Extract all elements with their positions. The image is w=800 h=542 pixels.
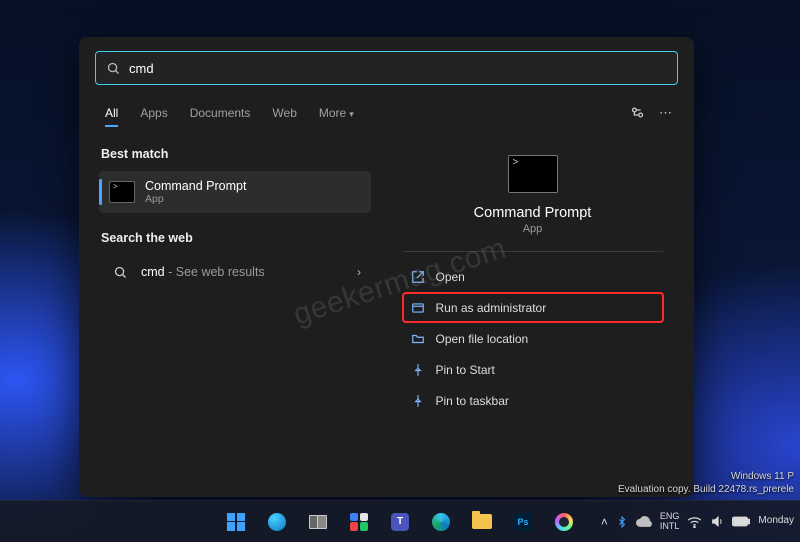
action-run-as-administrator[interactable]: Run as administrator xyxy=(403,293,663,322)
action-label: Pin to Start xyxy=(436,363,495,377)
start-button[interactable] xyxy=(219,505,253,539)
battery-icon[interactable] xyxy=(732,516,750,527)
open-icon xyxy=(411,269,426,284)
action-label: Pin to taskbar xyxy=(436,394,509,408)
tray-overflow-chevron-icon[interactable]: ˄ xyxy=(601,515,608,529)
action-label: Open xyxy=(436,270,465,284)
system-tray: ˄ ENGINTL Monday xyxy=(601,512,800,531)
preview-column: Command Prompt App Open Run as administr… xyxy=(377,129,694,497)
taskbar: T Ps ˄ ENGINTL Monday xyxy=(0,500,800,542)
windows-logo-icon xyxy=(227,513,245,531)
bluetooth-icon[interactable] xyxy=(616,515,628,529)
folder-icon xyxy=(472,514,492,529)
taskbar-search-button[interactable] xyxy=(260,505,294,539)
search-box[interactable] xyxy=(95,51,678,85)
folder-icon xyxy=(411,331,426,346)
paint-icon xyxy=(555,513,573,531)
action-open[interactable]: Open xyxy=(403,262,663,291)
volume-icon[interactable] xyxy=(710,515,724,528)
photoshop-icon: Ps xyxy=(514,513,532,531)
taskbar-app-teams[interactable]: T xyxy=(383,505,417,539)
search-icon xyxy=(106,61,121,76)
language-indicator[interactable]: ENGINTL xyxy=(660,512,680,531)
web-result-term: cmd xyxy=(141,265,165,279)
task-view-button[interactable] xyxy=(301,505,335,539)
tab-more[interactable]: More▾ xyxy=(309,100,364,126)
start-search-panel: All Apps Documents Web More▾ ⋯ Best matc… xyxy=(79,37,694,497)
command-prompt-icon xyxy=(109,181,135,203)
results-column: Best match Command Prompt App Search the… xyxy=(79,129,377,497)
pin-icon xyxy=(411,362,426,377)
web-result-hint: - See web results xyxy=(165,265,265,279)
preview-title: Command Prompt xyxy=(474,205,592,221)
action-open-file-location[interactable]: Open file location xyxy=(403,324,663,353)
widgets-icon xyxy=(350,513,368,531)
taskbar-clock[interactable]: Monday xyxy=(758,516,794,527)
search-web-heading: Search the web xyxy=(101,231,369,245)
search-circle-icon xyxy=(268,513,286,531)
wifi-icon[interactable] xyxy=(687,516,702,528)
teams-icon: T xyxy=(391,513,409,531)
command-prompt-large-icon xyxy=(508,155,558,193)
search-icon xyxy=(113,265,128,280)
web-result-cmd[interactable]: cmd - See web results › xyxy=(99,255,371,289)
action-pin-to-taskbar[interactable]: Pin to taskbar xyxy=(403,386,663,415)
edge-icon xyxy=(432,513,450,531)
result-title: Command Prompt xyxy=(145,179,246,193)
shield-admin-icon xyxy=(411,300,426,315)
open-in-new-icon[interactable] xyxy=(624,101,651,124)
result-command-prompt[interactable]: Command Prompt App xyxy=(99,171,371,213)
tab-apps[interactable]: Apps xyxy=(130,100,177,126)
task-view-icon xyxy=(309,515,327,529)
search-input[interactable] xyxy=(129,61,667,76)
preview-actions: Open Run as administrator Open file loca… xyxy=(403,262,663,415)
taskbar-center: T Ps xyxy=(219,505,581,539)
widgets-button[interactable] xyxy=(342,505,376,539)
action-label: Run as administrator xyxy=(436,301,547,315)
taskbar-app-paint[interactable] xyxy=(547,505,581,539)
tab-documents[interactable]: Documents xyxy=(180,100,261,126)
tab-all[interactable]: All xyxy=(95,100,128,126)
search-tabs: All Apps Documents Web More▾ ⋯ xyxy=(95,97,678,129)
action-label: Open file location xyxy=(436,332,529,346)
taskbar-app-explorer[interactable] xyxy=(465,505,499,539)
tab-web[interactable]: Web xyxy=(262,100,306,126)
taskbar-app-edge[interactable] xyxy=(424,505,458,539)
preview-subtitle: App xyxy=(523,223,543,235)
desktop-build-watermark: Windows 11 P Evaluation copy. Build 2247… xyxy=(618,471,794,496)
onedrive-icon[interactable] xyxy=(636,516,652,527)
result-subtitle: App xyxy=(145,193,246,205)
chevron-down-icon: ▾ xyxy=(349,109,354,119)
action-pin-to-start[interactable]: Pin to Start xyxy=(403,355,663,384)
taskbar-app-photoshop[interactable]: Ps xyxy=(506,505,540,539)
chevron-right-icon: › xyxy=(357,265,361,279)
divider xyxy=(403,251,663,252)
more-options-icon[interactable]: ⋯ xyxy=(653,101,678,125)
best-match-heading: Best match xyxy=(101,147,369,161)
pin-icon xyxy=(411,393,426,408)
